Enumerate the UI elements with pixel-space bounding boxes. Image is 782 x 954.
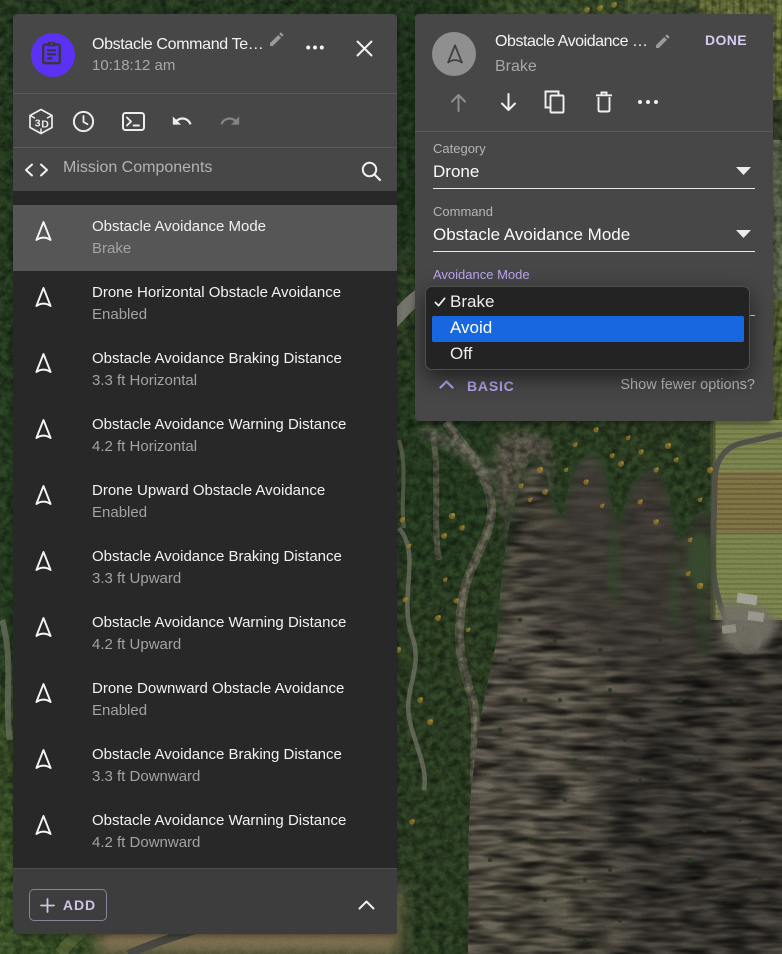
svg-text:D: D <box>41 119 49 131</box>
svg-text:3: 3 <box>35 118 41 130</box>
